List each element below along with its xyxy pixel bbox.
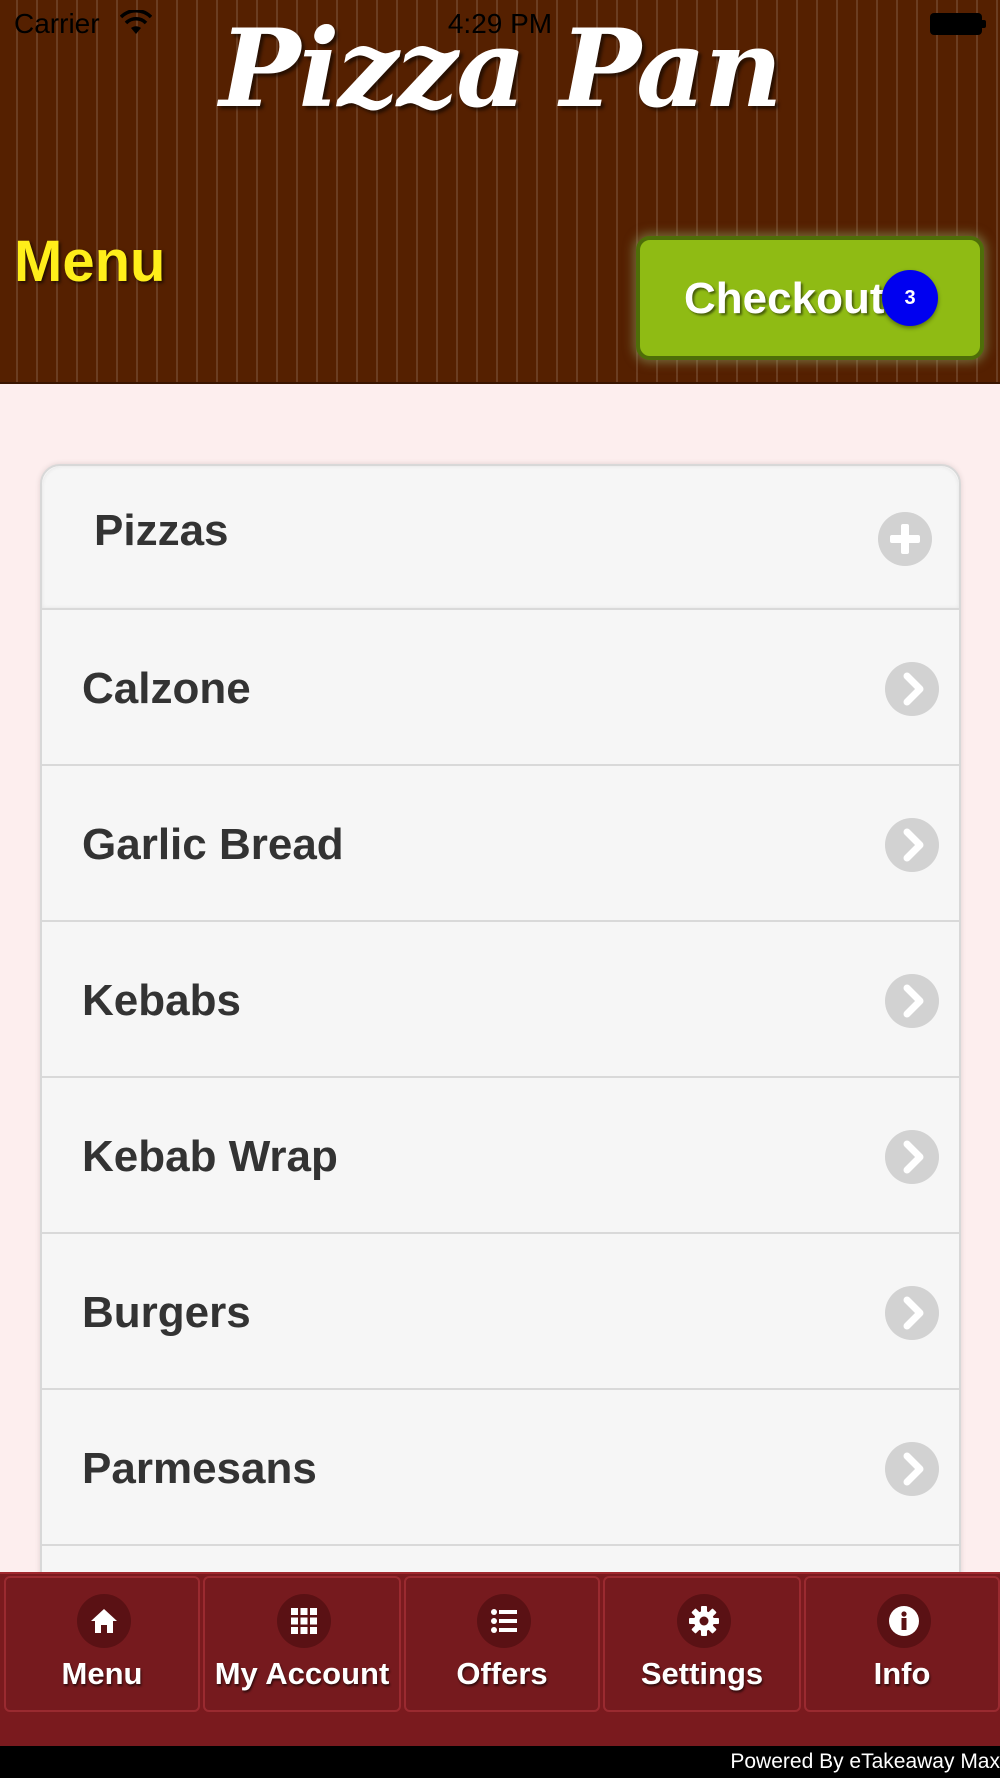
list-item-kebabs[interactable]: Kebabs <box>42 922 959 1078</box>
nav-tab-settings[interactable]: Settings <box>603 1576 801 1712</box>
category-header-pizzas[interactable]: Pizzas <box>42 466 959 610</box>
chevron-right-icon <box>885 1442 939 1496</box>
list-item-label: Parmesans <box>82 1444 317 1493</box>
chevron-right-icon <box>885 662 939 716</box>
nav-tab-label: Offers <box>456 1656 548 1691</box>
nav-tab-menu[interactable]: Menu <box>4 1576 200 1712</box>
nav-tab-info[interactable]: Info <box>804 1576 1000 1712</box>
checkout-button[interactable]: Checkout 3 <box>636 236 984 360</box>
nav-tab-my-account[interactable]: My Account <box>203 1576 401 1712</box>
list-item-label: Garlic Bread <box>82 820 344 869</box>
home-icon <box>77 1594 131 1648</box>
list-item-label: Burgers <box>82 1288 251 1337</box>
list-item-kebab-wrap[interactable]: Kebab Wrap <box>42 1078 959 1234</box>
footer-bar: Powered By eTakeaway Max <box>0 1746 1000 1778</box>
plus-circle-icon <box>878 512 932 566</box>
chevron-right-icon <box>885 1130 939 1184</box>
powered-by-text: Powered By eTakeaway Max <box>730 1750 1000 1773</box>
list-item-label: Calzone <box>82 664 251 713</box>
grid-icon <box>277 1594 331 1648</box>
list-item-calzone[interactable]: Calzone <box>42 610 959 766</box>
nav-tab-offers[interactable]: Offers <box>404 1576 600 1712</box>
chevron-right-icon <box>885 974 939 1028</box>
category-label: Pizzas <box>94 506 229 555</box>
gear-icon <box>677 1594 731 1648</box>
list-icon <box>477 1594 531 1648</box>
nav-tab-label: My Account <box>214 1656 390 1691</box>
chevron-right-icon <box>885 1286 939 1340</box>
logo: Pizza Pan <box>219 6 782 132</box>
nav-tab-label: Settings <box>640 1656 764 1691</box>
list-item-label: Kebabs <box>82 976 241 1025</box>
bottom-nav-bar: Menu My Account Offers Settings Info <box>0 1572 1000 1746</box>
app-header: Carrier 4:29 PM Pizza Pan Menu Checkout … <box>0 0 1000 384</box>
checkout-label: Checkout <box>684 274 885 323</box>
list-item-burgers[interactable]: Burgers <box>42 1234 959 1390</box>
page-title: Menu <box>14 229 166 294</box>
chevron-right-icon <box>885 818 939 872</box>
info-icon <box>877 1594 931 1648</box>
list-item-garlic-bread[interactable]: Garlic Bread <box>42 766 959 922</box>
cart-count-badge: 3 <box>882 270 938 326</box>
nav-tab-label: Menu <box>61 1656 143 1691</box>
nav-tab-label: Info <box>873 1656 931 1691</box>
list-item-label: Kebab Wrap <box>82 1132 338 1181</box>
list-item-parmesans[interactable]: Parmesans <box>42 1390 959 1546</box>
